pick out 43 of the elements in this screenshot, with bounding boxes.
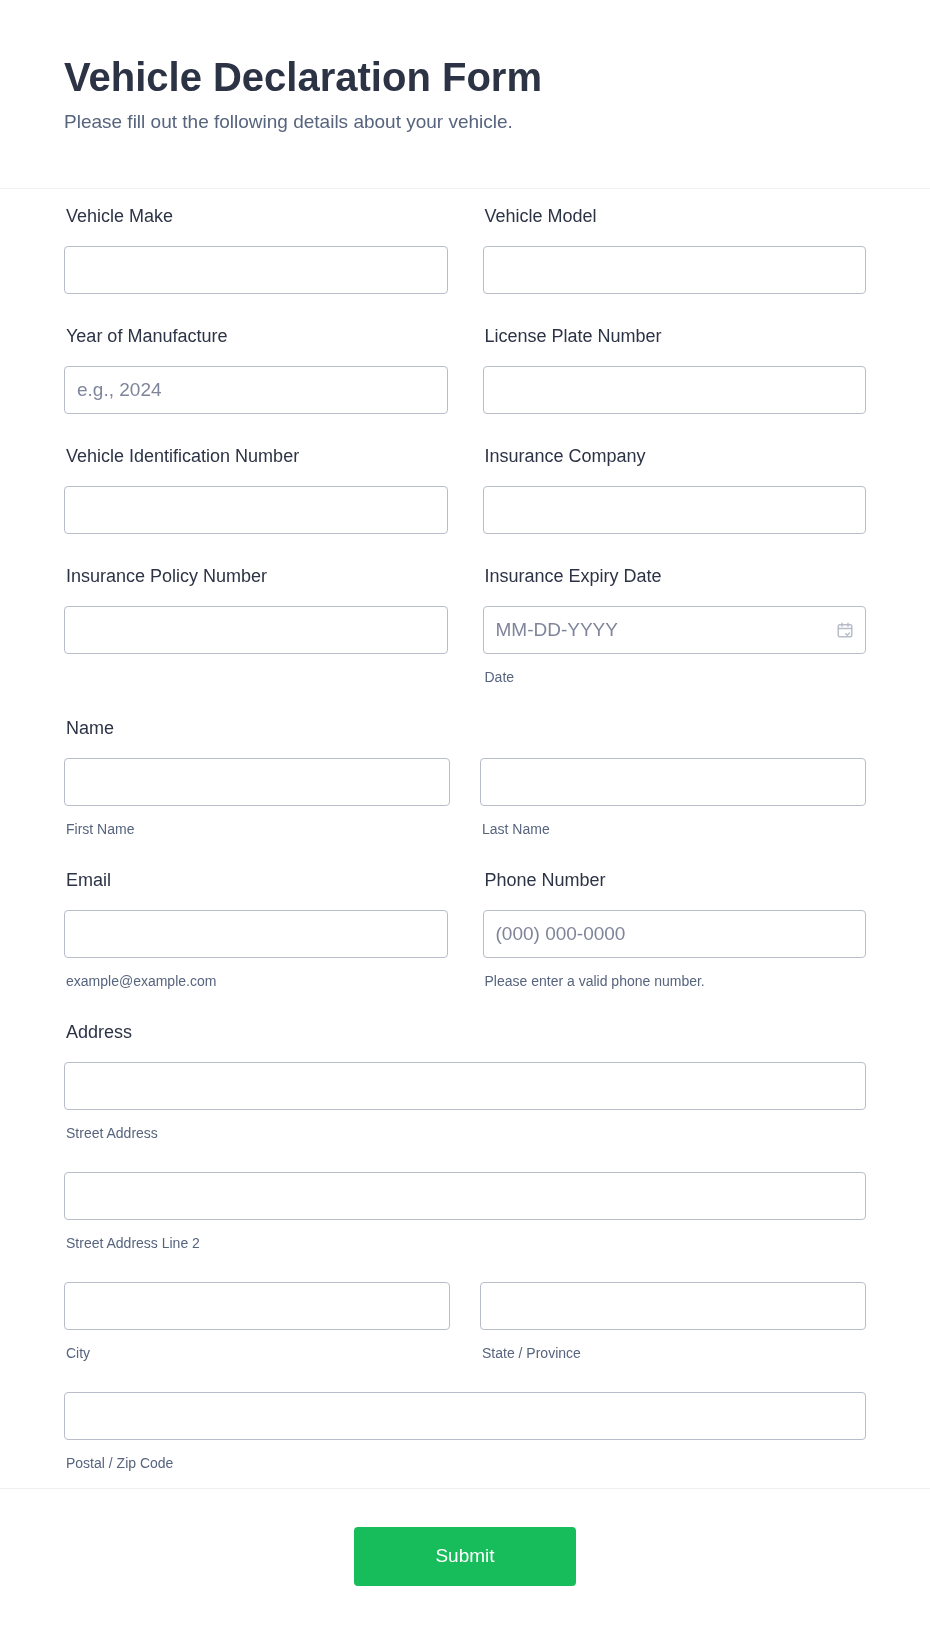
field-hint: City: [65, 1344, 92, 1362]
field-label: Year of Manufacture: [65, 325, 229, 347]
field-label: Vehicle Make: [65, 205, 175, 227]
input-field[interactable]: e.g., 2024: [64, 366, 448, 414]
field-label: Insurance Company: [483, 445, 647, 467]
field-hint: example@example.com: [65, 972, 218, 990]
field-hint: Last Name: [481, 820, 551, 838]
date-field[interactable]: MM-DD-YYYY: [482, 606, 866, 654]
input-field[interactable]: [480, 758, 866, 806]
field-label: Email: [65, 869, 112, 891]
field-hint: Date: [483, 668, 516, 686]
field-hint: Street Address: [65, 1124, 159, 1142]
form-title: Vehicle Declaration Form: [64, 54, 543, 101]
input-field[interactable]: [64, 246, 448, 294]
field-label: Insurance Expiry Date: [483, 565, 663, 587]
field-label: License Plate Number: [483, 325, 663, 347]
field-hint: Please enter a valid phone number.: [483, 972, 706, 990]
form-subtitle: Please fill out the following details about your vehicle.: [64, 110, 514, 134]
field-label: Name: [65, 717, 115, 739]
input-field[interactable]: [482, 486, 866, 534]
calendar-icon: [836, 621, 854, 639]
input-field[interactable]: [480, 1282, 866, 1330]
field-label: Vehicle Identification Number: [65, 445, 301, 467]
input-field[interactable]: [64, 1392, 866, 1440]
input-field[interactable]: [64, 1282, 450, 1330]
input-field[interactable]: (000) 000-0000: [482, 910, 866, 958]
field-hint: Street Address Line 2: [65, 1234, 201, 1252]
input-field[interactable]: [482, 366, 866, 414]
input-field[interactable]: [64, 1062, 866, 1110]
input-field[interactable]: [64, 1172, 866, 1220]
input-field[interactable]: [64, 486, 448, 534]
field-label: Vehicle Model: [483, 205, 598, 227]
input-field[interactable]: [64, 758, 450, 806]
field-label: Address: [65, 1021, 134, 1043]
field-hint: Postal / Zip Code: [65, 1454, 175, 1472]
input-field[interactable]: [64, 606, 448, 654]
field-hint: First Name: [65, 820, 136, 838]
submit-button[interactable]: Submit: [354, 1527, 576, 1586]
input-field[interactable]: [482, 246, 866, 294]
input-field[interactable]: [64, 910, 448, 958]
field-label: Phone Number: [483, 869, 607, 891]
field-hint: State / Province: [481, 1344, 582, 1362]
field-label: Insurance Policy Number: [65, 565, 269, 587]
